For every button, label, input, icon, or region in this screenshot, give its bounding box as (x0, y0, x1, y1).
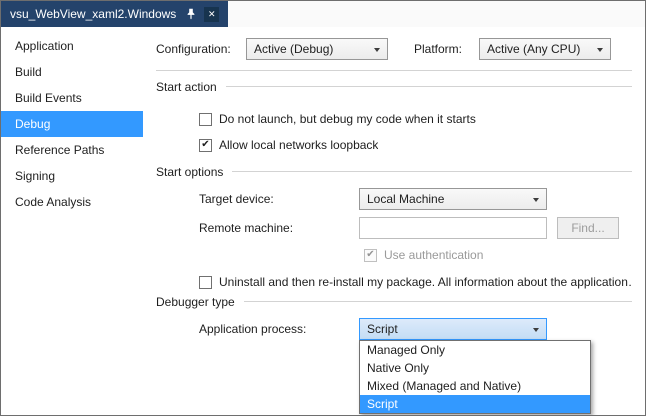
sidebar-item-reference-paths[interactable]: Reference Paths (1, 137, 143, 163)
header-rule (232, 171, 632, 172)
find-button[interactable]: Find... (557, 217, 619, 239)
chevron-down-icon (533, 328, 539, 332)
checkbox-box: ✔ (364, 249, 377, 262)
project-properties-window: vsu_WebView_xaml2.Windows ✕ Application … (0, 0, 646, 416)
debugger-type-header: Debugger type (156, 294, 632, 309)
list-item-script[interactable]: Script (360, 395, 590, 413)
checkbox-label: Do not launch, but debug my code when it… (219, 112, 476, 126)
debugger-type-title: Debugger type (156, 295, 235, 309)
application-process-value: Script (367, 322, 398, 336)
section-divider (156, 70, 632, 71)
sidebar: Application Build Build Events Debug Ref… (1, 27, 143, 415)
sidebar-item-signing[interactable]: Signing (1, 163, 143, 189)
platform-dropdown[interactable]: Active (Any CPU) (479, 38, 611, 60)
checkbox-box (199, 276, 212, 289)
use-authentication-checkbox[interactable]: ✔ Use authentication (364, 247, 632, 263)
loopback-checkbox[interactable]: ✔ Allow local networks loopback (199, 137, 632, 153)
configuration-dropdown[interactable]: Active (Debug) (246, 38, 388, 60)
header-rule (226, 86, 632, 87)
start-options-title: Start options (156, 165, 223, 179)
checkbox-label: Allow local networks loopback (219, 138, 378, 152)
remote-machine-input[interactable] (359, 217, 547, 239)
sidebar-item-application[interactable]: Application (1, 33, 143, 59)
uninstall-reinstall-checkbox[interactable]: Uninstall and then re-install my package… (199, 274, 632, 290)
no-launch-checkbox[interactable]: Do not launch, but debug my code when it… (199, 111, 632, 127)
configuration-value: Active (Debug) (254, 42, 333, 56)
list-item-native-only[interactable]: Native Only (360, 359, 590, 377)
target-device-label: Target device: (199, 188, 274, 210)
platform-label: Platform: (414, 38, 462, 60)
remote-machine-label: Remote machine: (199, 217, 293, 239)
chevron-down-icon (597, 48, 603, 52)
sidebar-item-build[interactable]: Build (1, 59, 143, 85)
sidebar-item-debug[interactable]: Debug (1, 111, 143, 137)
configuration-label: Configuration: (156, 38, 231, 60)
list-item-managed-only[interactable]: Managed Only (360, 341, 590, 359)
list-item-mixed[interactable]: Mixed (Managed and Native) (360, 377, 590, 395)
application-process-listbox: Managed Only Native Only Mixed (Managed … (359, 340, 591, 414)
document-tab-strip: vsu_WebView_xaml2.Windows ✕ (1, 1, 645, 27)
sidebar-item-code-analysis[interactable]: Code Analysis (1, 189, 143, 215)
chevron-down-icon (533, 198, 539, 202)
chevron-down-icon (374, 48, 380, 52)
platform-value: Active (Any CPU) (487, 42, 580, 56)
header-rule (244, 301, 632, 302)
checkbox-box: ✔ (199, 139, 212, 152)
debug-settings-page: Configuration: Active (Debug) Platform: … (143, 27, 645, 415)
target-device-dropdown[interactable]: Local Machine (359, 188, 547, 210)
sidebar-item-build-events[interactable]: Build Events (1, 85, 143, 111)
checkbox-label: Use authentication (384, 248, 483, 262)
start-action-header: Start action (156, 79, 632, 94)
document-tab[interactable]: vsu_WebView_xaml2.Windows ✕ (1, 1, 228, 27)
checkbox-label: Uninstall and then re-install my package… (219, 275, 632, 289)
close-icon[interactable]: ✕ (204, 7, 219, 22)
application-process-dropdown[interactable]: Script (359, 318, 547, 340)
application-process-label: Application process: (199, 318, 306, 340)
pin-icon[interactable] (186, 8, 196, 20)
tab-title: vsu_WebView_xaml2.Windows (10, 7, 176, 21)
start-options-header: Start options (156, 164, 632, 179)
target-device-value: Local Machine (367, 192, 444, 206)
start-action-title: Start action (156, 80, 217, 94)
checkbox-box (199, 113, 212, 126)
